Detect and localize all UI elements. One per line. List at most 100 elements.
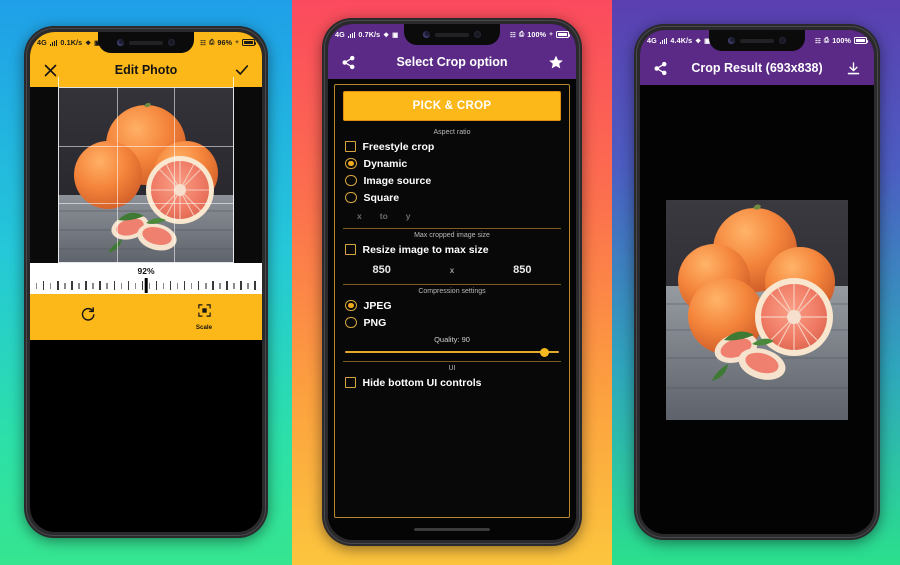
option-label: PNG [363,316,387,329]
bluetooth-icon: ❖ [695,37,702,45]
option-resize-to-max[interactable]: Resize image to max size [343,241,561,258]
max-size-section-label: Max cropped image size [414,232,490,239]
signal-bars-icon [347,31,356,38]
home-indicator[interactable] [414,527,490,531]
app-bar-crop-result: Crop Result (693x838) [640,51,874,85]
option-square[interactable]: Square [343,189,561,206]
network-type-label: 4G [335,30,345,39]
checkbox-icon[interactable] [345,141,356,152]
quality-slider[interactable] [343,347,561,357]
option-label: Freestyle crop [362,140,435,153]
vowifi-icon: ☷ [814,37,821,45]
volte-icon: ⎙ [518,30,525,38]
volte-icon: ⎙ [823,36,830,44]
option-label: JPEG [363,299,392,312]
earpiece-speaker [129,40,163,45]
front-camera-icon [117,39,124,46]
option-label: Square [363,191,400,204]
check-icon[interactable] [232,61,251,80]
phone-notch [709,30,805,51]
scale-percent-label: 92% [137,266,155,276]
quality-label: Quality: 90 [434,335,470,344]
battery-icon [854,37,869,44]
signal-bars-icon [49,39,58,46]
ruler-needle[interactable] [144,278,148,293]
scale-icon [197,303,212,323]
option-image-source[interactable]: Image source [343,172,561,189]
network-speed-label: 4.4K/s [670,36,693,45]
battery-icon [242,39,257,46]
checkbox-icon[interactable] [345,377,356,388]
download-icon[interactable] [844,59,863,78]
sensor-icon [779,37,786,44]
option-dynamic[interactable]: Dynamic [343,155,561,172]
signal-bars-icon [659,37,668,44]
ratio-x-input[interactable]: x [357,211,362,221]
crop-guide-extension [58,77,234,87]
share-icon[interactable] [651,59,670,78]
phone-notch [404,24,500,45]
radio-icon[interactable] [345,157,357,170]
option-label: Dynamic [363,157,408,170]
crop-options-body: PICK & CROP Aspect ratio Freestyle crop … [328,79,576,518]
phone-frame-edit-photo: 4G 0.1K/s ❖ ▣ ☷ ⎙ 96% + Edit Photo 92% S… [24,26,268,538]
compression-section-label: Compression settings [418,288,486,295]
app-bar-select-crop: Select Crop option [328,45,576,79]
page-title: Edit Photo [114,63,178,77]
result-photo[interactable] [666,199,848,420]
phone-notch [98,32,194,53]
front-camera-icon [423,31,430,38]
option-jpeg[interactable]: JPEG [343,297,561,314]
radio-icon[interactable] [345,316,357,329]
charging-icon: + [235,39,239,46]
crop-canvas[interactable] [30,77,262,263]
max-height-input[interactable]: 850 [513,264,531,276]
slider-thumb[interactable] [540,347,549,357]
option-label: Resize image to max size [362,243,489,256]
earpiece-speaker [740,38,774,43]
battery-percent-label: 96% [217,38,233,47]
background-panel-purple-green: 4G 4.4K/s ❖ ▣ ☷ ⎙ 100% Crop Result (693x… [612,0,900,565]
pick-and-crop-button[interactable]: PICK & CROP [343,91,561,121]
background-panel-red-yellow: 4G 0.7K/s ❖ ▣ ☷ ⎙ 100% + Select Crop opt… [292,0,612,565]
star-icon[interactable] [546,53,565,72]
crop-selection-box[interactable] [58,77,234,263]
ui-section-label: UI [448,365,456,372]
scale-ruler[interactable]: 92% [30,263,262,294]
page-title: Select Crop option [396,55,508,69]
ruler-ticks[interactable] [30,277,262,294]
bluetooth-icon: ❖ [85,39,92,47]
option-label: Image source [363,174,432,187]
rotate-button[interactable] [30,306,146,328]
phone-screen-2: 4G 0.7K/s ❖ ▣ ☷ ⎙ 100% + Select Crop opt… [328,24,576,540]
ratio-to-label: to [379,211,388,221]
option-hide-bottom-ui[interactable]: Hide bottom UI controls [343,374,561,391]
radio-icon[interactable] [345,191,357,204]
size-separator-label: x [449,265,455,275]
scale-button-label: Scale [195,324,213,331]
max-width-input[interactable]: 850 [372,264,390,276]
page-title: Crop Result (693x838) [691,61,823,75]
option-png[interactable]: PNG [343,314,561,331]
option-freestyle-crop[interactable]: Freestyle crop [343,138,561,155]
network-speed-label: 0.7K/s [358,30,381,39]
share-icon[interactable] [339,53,358,72]
front-camera-icon [728,37,735,44]
network-speed-label: 0.1K/s [60,38,83,47]
radio-icon[interactable] [345,299,357,312]
vowifi-icon: ☷ [200,39,207,47]
radio-icon[interactable] [345,174,357,187]
options-card: PICK & CROP Aspect ratio Freestyle crop … [334,84,570,518]
battery-icon [556,31,571,38]
sensor-icon [168,39,175,46]
crop-grid-overlay[interactable] [58,87,234,263]
sd-card-icon: ▣ [392,31,399,39]
checkbox-icon[interactable] [345,244,356,255]
max-size-inputs[interactable]: 850 x 850 [343,258,561,280]
vowifi-icon: ☷ [510,31,516,39]
network-type-label: 4G [37,38,47,47]
scale-button[interactable]: Scale [146,303,262,331]
ratio-y-input[interactable]: y [406,211,411,221]
battery-percent-label: 100% [832,36,851,45]
custom-ratio-inputs[interactable]: x to y [343,206,561,224]
